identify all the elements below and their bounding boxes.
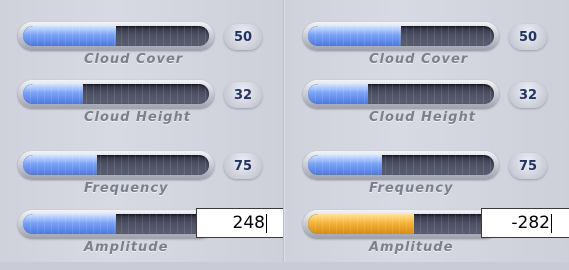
cloud-height-slider-fill [23,84,83,104]
amplitude-slider[interactable] [303,210,499,238]
cloud-cover-value[interactable]: 50 [509,24,547,50]
cloud-height-slider[interactable] [303,80,499,108]
cloud-height-label: Cloud Height [369,110,476,125]
cloud-cover-slider[interactable] [303,22,499,50]
amplitude-label: Amplitude [369,240,454,255]
cloud-cover-label: Cloud Cover [84,52,184,67]
text-cursor [266,213,267,233]
amplitude-input-value: -282 [511,213,550,233]
frequency-slider-fill [23,155,98,175]
frequency-label: Frequency [84,181,169,196]
frequency-slider-fill [308,155,383,175]
cloud-cover-label: Cloud Cover [369,52,469,67]
frequency-value[interactable]: 75 [509,153,547,179]
frequency-slider[interactable] [303,151,499,179]
amplitude-input[interactable]: 248 [196,208,286,238]
amplitude-input-value: 248 [232,213,265,233]
frequency-slider[interactable] [18,151,214,179]
cloud-height-value[interactable]: 32 [509,82,547,108]
cloud-height-slider-fill [308,84,368,104]
cloud-height-value[interactable]: 32 [224,82,262,108]
amplitude-input[interactable]: -282 [481,208,569,238]
frequency-value[interactable]: 75 [224,153,262,179]
amplitude-slider-fill [23,214,116,234]
amplitude-slider-fill [308,214,415,234]
cloud-height-slider[interactable] [18,80,214,108]
amplitude-slider[interactable] [18,210,214,238]
amplitude-label: Amplitude [84,240,169,255]
cloud-cover-value[interactable]: 50 [224,24,262,50]
cloud-cover-slider-fill [23,26,116,46]
left-panel: 50 Cloud Cover 32 Cloud Height 75 Freque… [0,0,286,262]
frequency-label: Frequency [369,181,454,196]
cloud-cover-slider[interactable] [18,22,214,50]
cloud-cover-slider-fill [308,26,401,46]
right-panel: 50 Cloud Cover 32 Cloud Height 75 Freque… [285,0,569,262]
cloud-height-label: Cloud Height [84,110,191,125]
text-cursor [551,213,552,233]
